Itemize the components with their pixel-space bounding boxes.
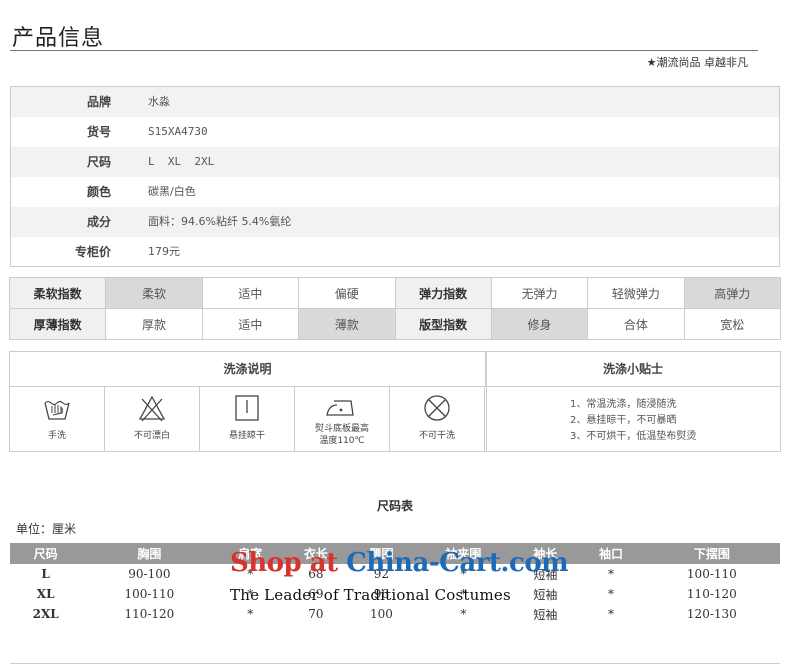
wash-label: 不可漂白 <box>133 431 170 441</box>
size-cell: 70 <box>308 607 324 621</box>
index-option: 无弹力 <box>490 277 589 309</box>
size-chart-bottom-line <box>10 663 780 664</box>
info-row-material: 成分 面料：94.6%粘纤 5.4%氨纶 <box>11 207 779 237</box>
info-value: 碳黑/白色 <box>148 185 196 198</box>
wash-tips: 1、常温洗涤，随浸随洗 2、悬挂晾干，不可暴晒 3、不可烘干，低温垫布熨烫 <box>570 397 696 445</box>
size-col-header: 胸围 <box>81 543 218 564</box>
info-label: 专柜价 <box>74 245 111 259</box>
size-cell: 90-100 <box>128 567 171 581</box>
size-col-header: 尺码 <box>10 543 82 564</box>
size-cell: 100 <box>369 607 393 621</box>
size-cell: XL <box>36 587 55 601</box>
info-label: 货号 <box>86 125 111 139</box>
info-label: 品牌 <box>86 95 111 109</box>
hand-wash-icon <box>44 400 70 420</box>
wash-title: 洗涤说明 <box>10 352 486 387</box>
info-value: 179元 <box>148 245 180 258</box>
size-cell: * <box>607 607 614 621</box>
fabric-index-table: 柔软指数 柔软 适中 偏硬 弹力指数 无弹力 轻微弹力 高弹力 厚薄指数 厚款 … <box>8 277 782 340</box>
size-cell: 100-110 <box>686 567 737 581</box>
slogan: ★潮流尚品 卓越非凡 <box>646 56 748 69</box>
index-option: 厚款 <box>105 308 203 340</box>
index-option: 宽松 <box>683 308 782 340</box>
size-chart-unit: 单位：厘米 <box>16 522 77 536</box>
index-option-selected: 柔软 <box>105 277 203 309</box>
size-col-header: 下摆围 <box>643 543 780 564</box>
info-row-price: 专柜价 179元 <box>11 237 779 267</box>
watermark-logo: Shop at China-Cart.com <box>230 548 569 578</box>
no-bleach-icon <box>138 395 166 422</box>
size-cell: 100-110 <box>124 587 175 601</box>
size-cell: 短袖 <box>533 587 558 602</box>
index-option: 适中 <box>201 277 300 309</box>
info-row-size: 尺码 L XL 2XL <box>11 147 779 177</box>
wash-label-line2: 温度110℃ <box>319 436 365 446</box>
tip-item: 2、悬挂晾干，不可暴晒 <box>570 415 677 426</box>
info-label: 颜色 <box>86 185 111 199</box>
title-divider <box>10 50 758 51</box>
size-cell: * <box>607 587 614 601</box>
size-cell: 120-130 <box>686 607 737 621</box>
page-title: 产品信息 <box>12 26 105 51</box>
wash-cell-no-dry-clean: 不可干洗 <box>390 387 485 451</box>
info-row-sku: 货号 S15XA4730 <box>11 117 779 147</box>
info-value: 水淼 <box>148 95 170 108</box>
index-option: 合体 <box>587 308 685 340</box>
index-option-selected: 高弹力 <box>683 277 782 309</box>
info-label: 成分 <box>86 215 111 229</box>
size-cell: L <box>41 567 50 581</box>
info-row-color: 颜色 碳黑/白色 <box>11 177 779 207</box>
info-value: 面料：94.6%粘纤 5.4%氨纶 <box>148 215 292 228</box>
watermark-tagline: The Leader of Traditional Costumes <box>230 586 511 604</box>
index-header-fit: 版型指数 <box>394 308 492 340</box>
wash-cell-hand-wash: 手洗 <box>10 387 105 451</box>
index-row: 厚薄指数 厚款 适中 薄款 版型指数 修身 合体 宽松 <box>8 308 782 340</box>
size-cell: 2XL <box>32 607 59 621</box>
size-cell: 110-120 <box>686 587 737 601</box>
info-row-brand: 品牌 水淼 <box>11 87 779 117</box>
info-value: S15XA4730 <box>148 125 208 138</box>
product-info-page: 产品信息 ★潮流尚品 卓越非凡 品牌 水淼 货号 S15XA4730 尺码 L … <box>0 0 790 669</box>
product-info-box: 品牌 水淼 货号 S15XA4730 尺码 L XL 2XL 颜色 碳黑/白色 … <box>10 86 780 267</box>
size-chart-title: 尺码表 <box>376 499 413 513</box>
wash-label: 不可干洗 <box>418 431 455 441</box>
wash-cell-hang-dry: 悬挂晾干 <box>200 387 295 451</box>
wash-box: 洗涤说明 洗涤小贴士 手洗 不可漂白 悬挂晾干 熨斗底板最高 温度110℃ 不可… <box>9 351 781 452</box>
info-label: 尺码 <box>86 155 111 169</box>
tip-item: 1、常温洗涤，随浸随洗 <box>570 399 677 410</box>
hang-dry-icon <box>235 395 259 421</box>
index-option: 轻微弹力 <box>587 277 685 309</box>
no-dry-clean-icon <box>424 395 450 421</box>
index-option-selected: 修身 <box>490 308 589 340</box>
table-row: 2XL 110-120 * 70 100 * 短袖 * 120-130 <box>10 604 780 624</box>
tips-title: 洗涤小贴士 <box>486 352 780 387</box>
size-cell: * <box>607 567 614 581</box>
size-cell: * <box>460 607 467 621</box>
size-cell: 110-120 <box>124 607 175 621</box>
index-row: 柔软指数 柔软 适中 偏硬 弹力指数 无弹力 轻微弹力 高弹力 <box>8 277 782 309</box>
tip-item: 3、不可烘干，低温垫布熨烫 <box>570 431 697 442</box>
wash-cell-iron: 熨斗底板最高 温度110℃ <box>295 387 390 451</box>
iron-icon <box>326 400 354 416</box>
size-cell: 短袖 <box>533 607 558 622</box>
wash-label: 熨斗底板最高 <box>314 424 369 434</box>
index-header-softness: 柔软指数 <box>8 277 107 309</box>
size-cell: * <box>247 607 254 621</box>
wash-cell-no-bleach: 不可漂白 <box>105 387 200 451</box>
wash-label: 悬挂晾干 <box>228 431 265 441</box>
wash-label: 手洗 <box>47 431 66 441</box>
watermark-text-b: China-Cart.com <box>346 548 569 578</box>
index-option: 偏硬 <box>298 277 396 309</box>
index-option-selected: 薄款 <box>298 308 396 340</box>
size-col-header: 袖口 <box>578 543 644 564</box>
wash-divider <box>486 352 487 451</box>
index-header-thickness: 厚薄指数 <box>8 308 107 340</box>
index-header-elasticity: 弹力指数 <box>394 277 492 309</box>
index-option: 适中 <box>201 308 300 340</box>
watermark-text-a: Shop at <box>230 548 347 578</box>
info-value: L XL 2XL <box>148 155 215 168</box>
